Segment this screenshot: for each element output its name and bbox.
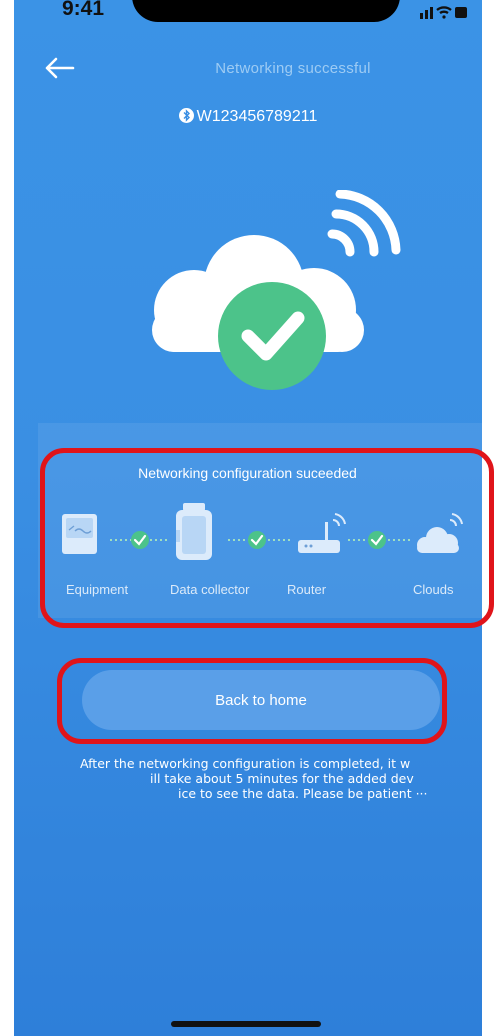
note-line-3: ice to see the data. Please be patient ·…	[178, 786, 428, 801]
cloud-destination-icon	[417, 513, 463, 553]
connector	[348, 531, 410, 549]
note-line-1: After the networking configuration is co…	[80, 756, 411, 771]
step-label-router: Router	[287, 582, 327, 597]
config-title: Networking configuration suceeded	[138, 465, 357, 481]
status-time: 9:41	[62, 0, 105, 20]
network-flow-diagram	[62, 503, 463, 560]
device-id: W123456789211	[14, 108, 482, 126]
step-label-equipment: Equipment	[66, 582, 129, 597]
configuration-note: After the networking configuration is co…	[76, 756, 428, 801]
step-label-clouds: Clouds	[413, 582, 454, 597]
check-icon	[218, 282, 326, 390]
data-collector-icon	[176, 503, 212, 560]
back-to-home-button[interactable]: Back to home	[82, 670, 440, 730]
home-indicator	[171, 1021, 321, 1027]
note-line-2: ill take about 5 minutes for the added d…	[150, 771, 414, 786]
notch	[132, 0, 400, 22]
router-icon	[298, 513, 346, 553]
connector	[228, 531, 290, 549]
step-label-data-collector: Data collector	[170, 582, 250, 597]
wifi-status-icon	[436, 6, 452, 19]
cloud-success-illustration	[152, 190, 401, 390]
status-icons	[418, 2, 468, 27]
wifi-icon	[327, 190, 401, 257]
connector	[110, 531, 170, 549]
page-title: Networking successful	[215, 60, 371, 77]
battery-icon	[455, 7, 467, 18]
inverter-icon	[62, 514, 97, 554]
device-id-text: W123456789211	[196, 108, 318, 125]
signal-icon	[420, 7, 433, 19]
bluetooth-icon	[178, 108, 194, 123]
